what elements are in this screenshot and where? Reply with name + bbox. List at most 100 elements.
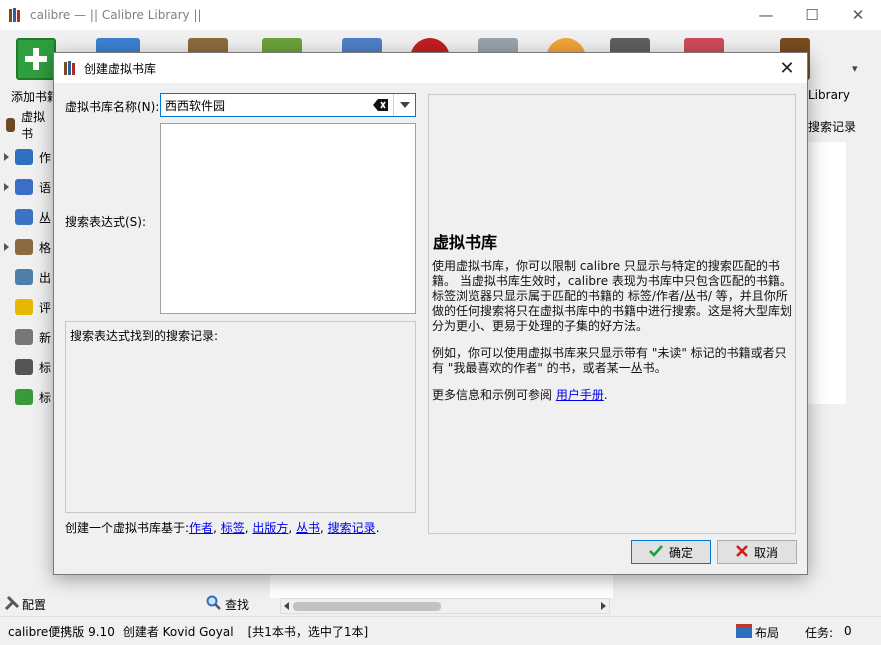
tag-browser: 虚拟书 作语丛格出评新标标	[0, 110, 54, 412]
find-button[interactable]: 查找	[225, 596, 249, 613]
saved-searches-results-box: 搜索表达式找到的搜索记录:	[65, 321, 416, 513]
app-title: calibre — || Calibre Library ||	[30, 8, 202, 22]
user-manual-link[interactable]: 用户手册	[556, 388, 604, 402]
person-icon	[15, 149, 33, 165]
sidebar-item-label: 标	[39, 360, 52, 375]
help-paragraph-2: 例如，你可以使用虚拟书库来只显示带有 "未读" 标记的书籍或者只有 "我最喜欢的…	[432, 346, 787, 375]
virtual-library-button[interactable]: 虚拟书	[6, 110, 54, 141]
link-publishers[interactable]: 出版方	[252, 521, 288, 535]
dialog-title: 创建虚拟书库	[84, 61, 157, 76]
sidebar-item[interactable]: 作	[4, 146, 51, 168]
sidebar-item[interactable]: 标	[4, 356, 51, 378]
ok-label: 确定	[668, 545, 693, 560]
book-list-area	[270, 575, 613, 598]
add-books-label[interactable]: 添加书籍	[11, 88, 59, 105]
book-count-text: [共1本书，选中了1本]	[247, 624, 369, 639]
dialog-close-button[interactable]: ✕	[775, 57, 799, 79]
scroll-right-arrow-icon[interactable]	[601, 602, 606, 610]
virtual-library-label: 虚拟书	[21, 110, 46, 141]
link-saved-searches[interactable]: 搜索记录	[328, 521, 376, 535]
expand-arrow-icon[interactable]	[4, 183, 9, 191]
library-name-combobox[interactable]	[160, 93, 416, 117]
search-expression-label: 搜索表达式(S):	[65, 215, 147, 229]
configure-button[interactable]: 配置	[22, 596, 46, 613]
book-list-hscrollbar[interactable]	[280, 598, 610, 614]
find-icon	[206, 595, 222, 611]
clear-text-icon[interactable]	[373, 98, 389, 112]
virtual-library-icon	[6, 118, 16, 132]
statusbar: calibre便携版 9.10 创建者 Kovid Goyal [共1本书，选中…	[0, 616, 881, 645]
tag-icon	[15, 359, 33, 375]
help-title: 虚拟书库	[433, 233, 498, 252]
library-label[interactable]: Library	[808, 88, 850, 102]
version-text: calibre便携版 9.10	[8, 624, 115, 639]
toolbar-more-arrow[interactable]: ▾	[852, 62, 858, 75]
link-series[interactable]: 丛书	[296, 521, 320, 535]
format-icon	[15, 239, 33, 255]
jobs-label[interactable]: 任务:	[805, 624, 833, 641]
help-period: .	[603, 388, 608, 402]
sidebar-item-label: 格	[39, 240, 52, 255]
ok-button[interactable]: 确定	[631, 540, 711, 564]
expand-arrow-icon[interactable]	[4, 153, 9, 161]
cancel-button[interactable]: 取消	[717, 540, 797, 564]
scroll-thumb[interactable]	[293, 602, 441, 611]
close-window-button[interactable]: ✕	[835, 0, 881, 30]
dialog-calibre-icon	[63, 60, 77, 76]
create-based-on-label: 创建一个虚拟书库基于:	[65, 521, 190, 535]
cancel-label: 取消	[753, 545, 778, 560]
author-text: 创建者 Kovid Goyal	[122, 624, 234, 639]
sidebar-item[interactable]: 语	[4, 176, 51, 198]
news-icon	[15, 329, 33, 345]
help-panel: 虚拟书库 使用虚拟书库，你可以限制 calibre 只显示与特定的搜索匹配的书籍…	[428, 94, 796, 534]
help-paragraph-3: 更多信息和示例可参阅 用户手册.	[432, 388, 794, 403]
layout-icon	[736, 624, 752, 638]
dropdown-arrow-icon[interactable]	[393, 94, 415, 116]
scroll-left-arrow-icon[interactable]	[284, 602, 289, 610]
jobs-count: 0	[844, 624, 852, 638]
layout-button[interactable]: 布局	[755, 624, 779, 641]
right-panel: 搜索记录	[808, 112, 881, 412]
maximize-button[interactable]: ☐	[789, 0, 835, 30]
sidebar-item[interactable]: 格	[4, 236, 51, 258]
language-icon	[15, 179, 33, 195]
search-expression-input[interactable]	[160, 123, 416, 314]
library-name-input[interactable]	[161, 95, 361, 115]
add-book-icon[interactable]	[16, 38, 56, 80]
series-icon	[15, 209, 33, 225]
calibre-logo-icon	[8, 7, 22, 23]
sidebar-item-label: 新	[39, 330, 52, 345]
saved-searches-label[interactable]: 搜索记录	[808, 118, 856, 135]
book-cover-area	[808, 142, 846, 404]
sidebar-item[interactable]: 出	[4, 266, 51, 288]
cancel-x-icon	[736, 544, 748, 560]
help-paragraph-1: 使用虚拟书库，你可以限制 calibre 只显示与特定的搜索匹配的书籍。 当虚拟…	[432, 259, 793, 333]
sidebar-item-label: 丛	[39, 210, 52, 225]
sidebar-item[interactable]: 丛	[4, 206, 51, 228]
publisher-icon	[15, 269, 33, 285]
sidebar-item-label: 语	[39, 180, 52, 195]
minimize-button[interactable]: —	[743, 0, 789, 30]
bottom-left-bar: 配置 查找	[0, 590, 270, 616]
configure-icon	[4, 595, 20, 611]
dialog-titlebar: 创建虚拟书库 ✕	[54, 53, 807, 83]
results-label: 搜索表达式找到的搜索记录:	[70, 329, 219, 343]
identifier-icon	[15, 389, 33, 405]
sidebar-item-label: 出	[39, 270, 52, 285]
sidebar-item[interactable]: 新	[4, 326, 51, 348]
star-icon	[15, 299, 33, 315]
library-name-label: 虚拟书库名称(N):	[65, 100, 160, 114]
checkmark-icon	[649, 544, 663, 560]
link-tags[interactable]: 标签	[221, 521, 245, 535]
sidebar-item[interactable]: 评	[4, 296, 51, 318]
create-virtual-library-dialog: 创建虚拟书库 ✕ 虚拟书库名称(N): 搜索表达式(S): 搜索表达式找到的搜索…	[53, 52, 808, 575]
sidebar-item[interactable]: 标	[4, 386, 51, 408]
link-authors[interactable]: 作者	[189, 521, 213, 535]
help-more-info-text: 更多信息和示例可参阅	[432, 388, 553, 402]
sidebar-item-label: 作	[39, 150, 52, 165]
create-based-on-line: 创建一个虚拟书库基于:作者, 标签, 出版方, 丛书, 搜索记录.	[65, 521, 380, 535]
sidebar-item-label: 标	[39, 390, 52, 405]
main-titlebar: calibre — || Calibre Library || — ☐ ✕	[0, 0, 881, 30]
expand-arrow-icon[interactable]	[4, 243, 9, 251]
sidebar-item-label: 评	[39, 300, 52, 315]
